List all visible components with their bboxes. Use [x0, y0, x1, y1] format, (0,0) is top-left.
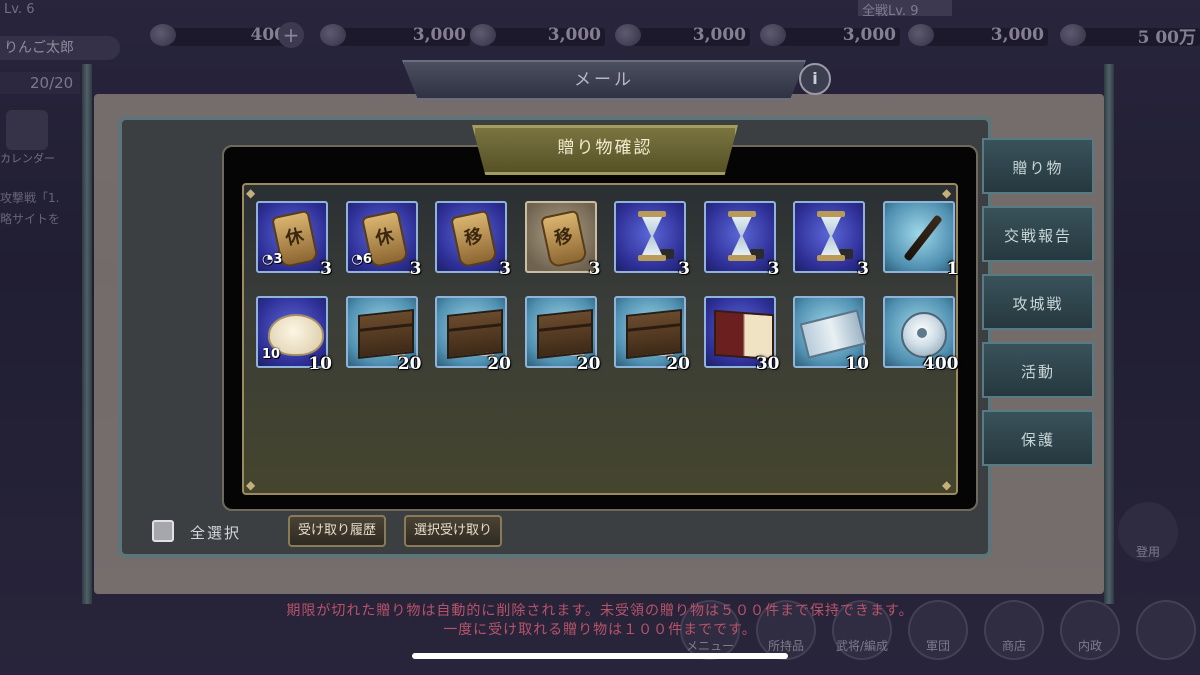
item-quantity: 10 — [845, 354, 869, 374]
item-sub-label: ◔6 — [351, 252, 372, 267]
item-quantity: 20 — [666, 354, 690, 374]
corner-ornament: ◆ — [246, 186, 256, 200]
hourglass-icon — [817, 211, 845, 261]
home-indicator[interactable] — [412, 653, 788, 659]
gift-item[interactable]: 20 — [435, 296, 511, 374]
token-tag-icon: 移 — [450, 209, 498, 269]
notice-line: 期限が切れた贈り物は自動的に削除されます。未受領の贈り物は５００件まで保持できま… — [286, 603, 914, 619]
item-frame — [703, 201, 776, 273]
gift-item[interactable]: 10 — [793, 296, 869, 374]
corner-ornament: ◆ — [246, 478, 256, 492]
receive-history-button[interactable]: 受け取り履歴 — [288, 515, 387, 547]
hourglass-icon — [638, 211, 666, 261]
info-icon[interactable]: i — [799, 63, 831, 95]
gift-item[interactable]: 休 ◔6 3 — [345, 201, 422, 279]
item-quantity: 3 — [499, 259, 511, 279]
item-frame: 休 ◔6 — [345, 201, 418, 273]
select-all-checkbox[interactable] — [152, 520, 174, 542]
tab-battle-report[interactable]: 交戦報告 — [982, 206, 1094, 262]
item-quantity: 20 — [576, 354, 601, 374]
book-icon — [713, 309, 774, 361]
gift-item[interactable]: 3 — [703, 201, 780, 279]
item-frame — [793, 201, 865, 273]
gift-item[interactable]: 20 — [345, 296, 422, 374]
tab-gifts[interactable]: 贈り物 — [982, 138, 1094, 194]
tag-glyph: 休 — [373, 225, 396, 250]
scroll-rod-right — [1104, 64, 1114, 604]
gift-notice: 期限が切れた贈り物は自動的に削除されます。未受領の贈り物は５００件まで保持できま… — [200, 602, 1000, 640]
item-quantity: 3 — [320, 259, 332, 279]
gift-item[interactable]: 3 — [614, 201, 690, 279]
hourglass-icon — [727, 211, 756, 261]
supply-crate-icon — [536, 309, 593, 359]
corner-ornament: ◆ — [942, 186, 952, 200]
silver-coin-icon — [900, 312, 947, 358]
item-sub-label: ◔3 — [262, 252, 283, 267]
gift-title-plate: 贈り物確認 — [472, 125, 738, 175]
gift-item[interactable]: 20 — [524, 296, 601, 374]
item-quantity: 3 — [857, 259, 869, 279]
item-quantity: 10 — [308, 354, 332, 374]
item-frame: 移 — [435, 201, 507, 273]
tag-glyph: 移 — [462, 225, 485, 250]
item-quantity: 3 — [409, 259, 422, 279]
select-all-label: 全選択 — [190, 524, 242, 542]
item-frame — [614, 201, 686, 273]
notice-line: 一度に受け取れる贈り物は１００件までです。 — [443, 622, 757, 638]
gift-item[interactable]: 3 — [793, 201, 869, 279]
item-frame: 移 — [524, 201, 597, 273]
item-quantity: 20 — [397, 354, 422, 374]
item-quantity: 30 — [755, 354, 780, 374]
tab-protection[interactable]: 保護 — [982, 410, 1094, 466]
gift-item[interactable]: 休 ◔3 3 — [256, 201, 332, 279]
item-frame: 休 ◔3 — [256, 201, 328, 273]
item-quantity: 3 — [588, 259, 601, 279]
gift-dialog-title: 贈り物確認 — [557, 138, 653, 158]
mail-header: メール — [402, 60, 806, 100]
gift-item[interactable]: 1 — [882, 201, 959, 279]
gift-item[interactable]: 移3 — [524, 201, 601, 279]
ticket-icon — [799, 309, 867, 359]
tag-glyph: 休 — [283, 225, 306, 250]
receive-selected-button[interactable]: 選択受け取り — [404, 515, 503, 547]
mail-title: メール — [574, 70, 634, 90]
gift-item[interactable]: 30 — [703, 296, 780, 374]
tag-glyph: 移 — [552, 225, 575, 250]
supply-crate-icon — [447, 309, 503, 359]
tab-siege[interactable]: 攻城戦 — [982, 274, 1094, 330]
gift-item[interactable]: 移3 — [435, 201, 511, 279]
tab-activity[interactable]: 活動 — [982, 342, 1094, 398]
supply-crate-icon — [357, 309, 414, 359]
corner-ornament: ◆ — [942, 478, 952, 492]
gift-item-grid: ◆ ◆ ◆ ◆ 休 ◔3 3 休 ◔6 3 移 3 移 3 3 3 3 1 10 10 20 20 20 20 30 10… — [242, 183, 959, 495]
item-quantity: 3 — [678, 259, 690, 279]
gift-confirm-dialog: 贈り物確認 ◆ ◆ ◆ ◆ 休 ◔3 3 休 ◔6 3 移 3 移 3 3 3 3 1 10 10 20 20 20… — [222, 125, 978, 511]
token-tag-icon: 移 — [539, 209, 588, 269]
item-sub-label: 10 — [262, 347, 281, 362]
gift-item[interactable]: 20 — [614, 296, 690, 374]
mail-side-tabs: 贈り物 交戦報告 攻城戦 活動 保護 — [982, 138, 1094, 478]
brush-icon — [902, 214, 943, 262]
gift-item[interactable]: 10 10 — [256, 296, 332, 374]
item-quantity: 400 — [923, 354, 959, 374]
item-quantity: 20 — [487, 354, 511, 374]
supply-crate-icon — [626, 309, 682, 359]
gift-item[interactable]: 400 — [882, 296, 959, 374]
item-quantity: 1 — [946, 259, 959, 279]
item-frame — [882, 201, 955, 273]
item-quantity: 3 — [767, 259, 780, 279]
scroll-rod-left — [82, 64, 92, 604]
